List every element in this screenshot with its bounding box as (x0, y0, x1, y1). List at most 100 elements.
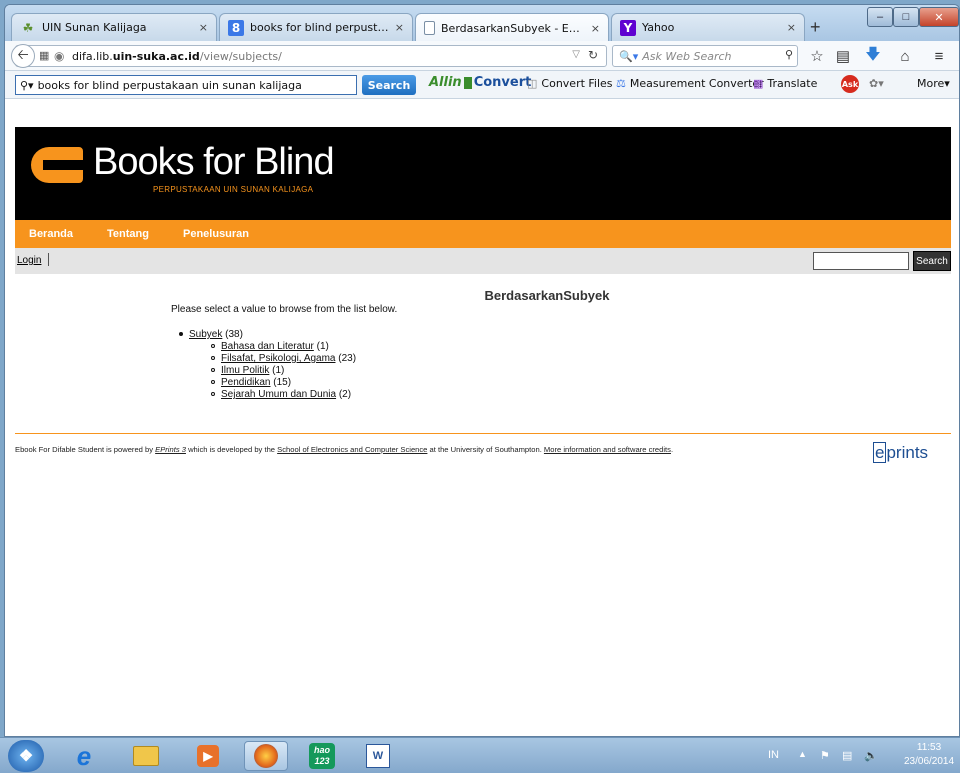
convert-files-label: Convert Files (541, 77, 613, 90)
convert-files-button[interactable]: ◫ Convert Files (527, 77, 613, 90)
volume-icon[interactable]: 🔈 (864, 749, 878, 762)
tab-yahoo[interactable]: Y Yahoo × (611, 13, 805, 41)
list-item: Filsafat, Psikologi, Agama (23) (211, 353, 356, 365)
action-center-icon[interactable]: ⚑ (820, 749, 830, 762)
subject-link[interactable]: Bahasa dan Literatur (221, 341, 314, 352)
internet-explorer-icon[interactable]: e (62, 741, 106, 771)
downloads-icon[interactable]: 🡇 (863, 46, 883, 66)
subject-count: (1) (272, 365, 285, 376)
close-icon[interactable]: × (395, 21, 404, 34)
subject-link[interactable]: Ilmu Politik (221, 365, 269, 376)
word-icon[interactable]: W (356, 741, 400, 771)
url-host-prefix: difa.lib. (72, 49, 113, 63)
reload-icon[interactable]: ↻ (588, 48, 598, 62)
show-hidden-icons[interactable]: ▲ (798, 749, 807, 759)
history-icon[interactable]: ▦ (39, 49, 49, 62)
site-logo-subtitle: PERPUSTAKAAN UIN SUNAN KALIJAGA (153, 185, 314, 194)
toolbar-search-button[interactable]: Search (362, 75, 416, 95)
menu-icon[interactable]: ≡ (929, 46, 949, 66)
subject-link[interactable]: Filsafat, Psikologi, Agama (221, 353, 336, 364)
media-player-icon[interactable]: ▶ (186, 741, 230, 771)
menu-item-tentang[interactable]: Tentang (107, 228, 149, 240)
tab-label: UIN Sunan Kalijaga (42, 21, 147, 34)
tab-label: books for blind perpustak... (250, 21, 389, 34)
file-explorer-icon[interactable] (124, 741, 168, 771)
search-icon: ⚲▾ (20, 78, 34, 92)
circle-bullet-icon (211, 344, 215, 349)
clock-time: 11:53 (916, 742, 942, 753)
more-button[interactable]: More ▾ (917, 77, 950, 90)
site-search-button[interactable]: Search (913, 251, 951, 271)
login-link[interactable]: Login (17, 255, 41, 266)
back-arrow-icon: 🡠 (17, 46, 29, 62)
site-header: Books for Blind PERPUSTAKAAN UIN SUNAN K… (15, 127, 951, 220)
tab-books-for-blind-search[interactable]: 8 books for blind perpustak... × (219, 13, 413, 41)
site-footer: Ebook For Difable Student is powered by … (15, 445, 673, 454)
navigation-bar: difa.lib. uin-suka.ac.id/view/subjects/ ◉… (5, 41, 959, 71)
eprints-link[interactable]: EPrints 3 (155, 445, 186, 454)
separator (48, 253, 49, 266)
home-icon[interactable]: ⌂ (895, 46, 915, 66)
tab-berdasarkan-subyek[interactable]: BerdasarkanSubyek - Ebo... × (415, 13, 609, 42)
firefox-icon[interactable] (244, 741, 288, 771)
search-engine-icon[interactable]: 🔍▾ (619, 50, 638, 63)
translate-button[interactable]: ▩ Translate (753, 77, 817, 90)
hao123-icon[interactable]: hao 123 (300, 741, 344, 771)
close-icon[interactable]: × (787, 21, 796, 34)
more-info-link[interactable]: More information and software credits (544, 445, 671, 454)
list-item: Bahasa dan Literatur (1) (211, 341, 356, 353)
footer-text: at the University of Southampton. (427, 445, 544, 454)
url-bar[interactable]: difa.lib. uin-suka.ac.id/view/subjects/ ◉… (15, 45, 607, 67)
new-tab-button[interactable]: + (810, 17, 821, 38)
toolbar-search-input[interactable]: ⚲▾ books for blind perpustakaan uin suna… (15, 75, 357, 95)
maximize-button[interactable]: □ (893, 7, 919, 27)
search-icon[interactable]: ⚲ (785, 48, 793, 61)
firefox-logo-icon (254, 744, 278, 768)
dropdown-arrow-icon[interactable]: ▽ (572, 49, 580, 60)
page-icon (424, 21, 435, 35)
url-path: /view/subjects/ (199, 49, 282, 63)
start-button[interactable]: ❖ (8, 740, 44, 772)
school-link[interactable]: School of Electronics and Computer Scien… (277, 445, 427, 454)
tab-label: Yahoo (642, 21, 675, 34)
close-window-button[interactable]: ✕ (919, 7, 959, 27)
addon-toolbar: ⚲▾ books for blind perpustakaan uin suna… (5, 71, 959, 99)
subject-count: (15) (273, 377, 292, 388)
toolbar-search-value: books for blind perpustakaan uin sunan k… (37, 78, 302, 92)
bookmarks-menu-icon[interactable]: ▤ (833, 46, 853, 66)
subject-count: (2) (338, 389, 352, 400)
bullet-icon (179, 332, 183, 337)
browse-intro-text: Please select a value to browse from the… (171, 304, 398, 315)
close-icon[interactable]: × (199, 21, 208, 34)
tab-label: BerdasarkanSubyek - Ebo... (441, 21, 585, 35)
measurement-converter-button[interactable]: ⚖ Measurement Converter (616, 77, 764, 90)
site-search-input[interactable] (813, 252, 909, 270)
menu-item-beranda[interactable]: Beranda (29, 228, 73, 240)
network-icon[interactable]: ▤ (842, 749, 852, 762)
measurement-icon: ⚖ (616, 77, 626, 90)
minimize-button[interactable]: – (867, 7, 893, 27)
subject-link[interactable]: Sejarah Umum dan Dunia (221, 389, 336, 400)
clock[interactable]: 11:53 23/06/2014 (904, 741, 954, 769)
files-icon: ◫ (527, 77, 538, 90)
eprints-logo[interactable]: e prints (873, 442, 928, 463)
bookmark-star-icon[interactable]: ☆ (807, 46, 827, 66)
menu-item-penelusuran[interactable]: Penelusuran (183, 228, 249, 240)
subject-link-subyek[interactable]: Subyek (189, 329, 222, 340)
web-search-input[interactable]: 🔍▾ Ask Web Search ⚲ (612, 45, 798, 67)
google-icon: 8 (228, 19, 244, 36)
tools-icon[interactable]: ✿▾ (869, 77, 884, 90)
allin-convert-logo[interactable]: Allin Convert (429, 75, 531, 90)
back-button[interactable]: 🡠 (11, 44, 35, 68)
language-indicator[interactable]: IN (768, 749, 779, 761)
login-bar: Login Search (15, 248, 951, 274)
measurement-label: Measurement Converter (629, 77, 764, 90)
close-icon[interactable]: × (591, 22, 600, 35)
site-logo-title[interactable]: Books for Blind (93, 141, 335, 184)
browser-window: ☘ UIN Sunan Kalijaga × 8 books for blind… (4, 4, 960, 737)
ask-icon[interactable]: Ask (841, 75, 859, 93)
more-label: More (917, 77, 945, 90)
subject-count: (38) (225, 329, 243, 340)
subject-link[interactable]: Pendidikan (221, 377, 270, 388)
tab-uin-sunan-kalijaga[interactable]: ☘ UIN Sunan Kalijaga × (11, 13, 217, 41)
